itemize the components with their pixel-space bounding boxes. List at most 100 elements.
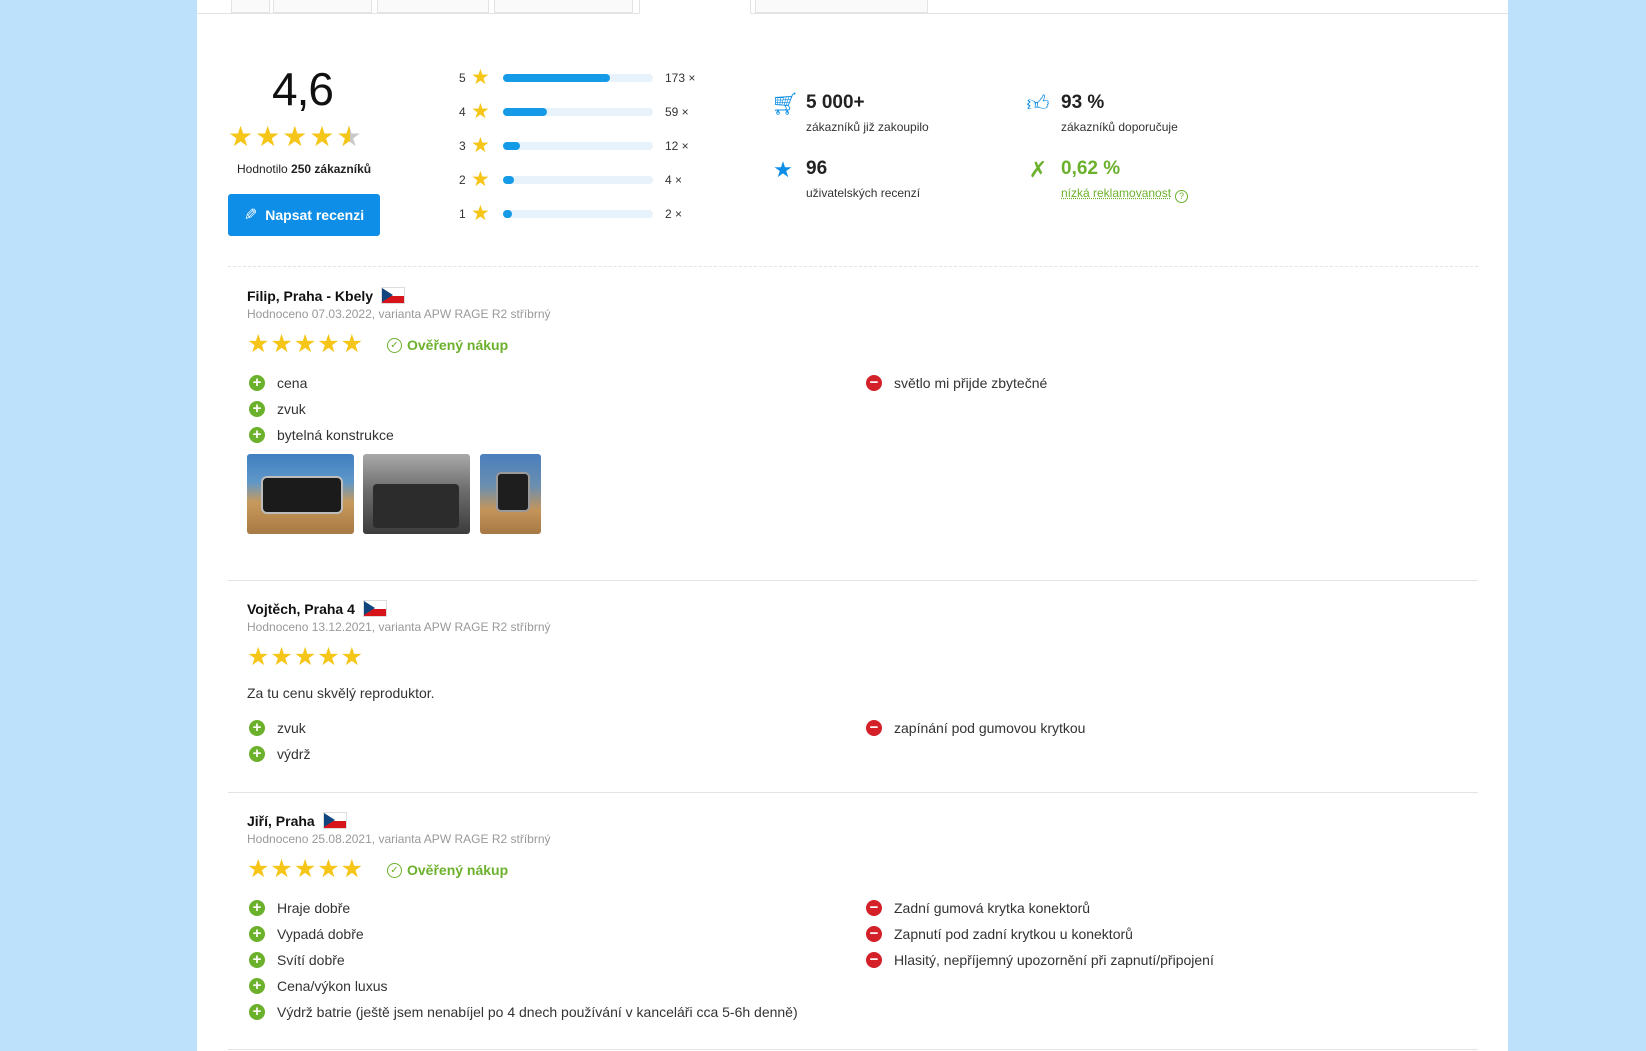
pro-item: + Cena/výkon luxus — [249, 978, 388, 994]
reviewer-name: Vojtěch, Praha 4 — [247, 600, 387, 617]
con-item: − Zapnutí pod zadní krytkou u konektorů — [866, 926, 1133, 942]
dist-bar-fill — [503, 74, 610, 82]
rating-distribution-row[interactable]: 1 ★ 2 × — [459, 202, 683, 225]
stat-label[interactable]: nízká reklamovanost? — [1061, 186, 1189, 203]
divider — [228, 792, 1478, 793]
star-icon: ★ — [471, 100, 490, 123]
plus-icon: + — [249, 720, 265, 736]
stat-value: 0,62 % — [1061, 158, 1121, 179]
rated-by: Hodnotilo 250 zákazníků — [237, 162, 371, 176]
stat-value: 96 — [806, 158, 828, 179]
con-item: − zapínání pod gumovou krytkou — [866, 720, 1085, 736]
complaints-link[interactable]: nízká reklamovanost — [1061, 186, 1171, 200]
czech-flag-icon — [322, 812, 347, 829]
tab[interactable] — [231, 0, 270, 13]
pro-text: výdrž — [277, 746, 311, 762]
con-item: − světlo mi přijde zbytečné — [866, 375, 1047, 391]
pro-item: + Hraje dobře — [249, 900, 350, 916]
star-icon: ★ — [471, 202, 490, 225]
star-icon: ★ — [282, 121, 310, 152]
plus-icon: + — [249, 746, 265, 762]
review-stars: ★★★★★ — [247, 855, 365, 883]
rated-count: 250 zákazníků — [291, 162, 372, 176]
divider — [228, 266, 1478, 267]
tab[interactable] — [755, 0, 928, 13]
reviewer-name: Jiří, Praha — [247, 812, 347, 829]
pro-item: + cena — [249, 375, 307, 391]
reviewer-name-text: Filip, Praha - Kbely — [247, 287, 374, 304]
dist-bar-fill — [503, 108, 547, 116]
minus-icon: − — [866, 952, 882, 968]
write-review-button[interactable]: ✎ Napsat recenzi — [228, 194, 380, 236]
star-icon: ★ — [471, 66, 490, 89]
plus-icon: + — [249, 1004, 265, 1020]
rating-distribution-row[interactable]: 2 ★ 4 × — [459, 168, 682, 191]
star-icon: ★ — [471, 168, 490, 191]
help-icon[interactable]: ? — [1175, 190, 1189, 203]
plus-icon: + — [249, 900, 265, 916]
tab-reviews[interactable] — [639, 0, 751, 14]
pro-text: bytelná konstrukce — [277, 427, 394, 443]
tab[interactable] — [273, 0, 372, 13]
dist-bar-fill — [503, 176, 514, 184]
dist-bar — [503, 176, 653, 184]
verified-label: Ověřený nákup — [407, 337, 509, 353]
rating-distribution-row[interactable]: 3 ★ 12 × — [459, 135, 689, 156]
stat-label: zákazníků již zakoupilo — [806, 120, 929, 134]
minus-icon: − — [866, 720, 882, 736]
minus-icon: − — [866, 375, 882, 391]
divider — [228, 1049, 1478, 1050]
con-item: − Hlasitý, nepříjemný upozornění při zapn… — [866, 952, 1214, 968]
tab[interactable] — [377, 0, 489, 13]
plus-icon: + — [249, 926, 265, 942]
divider — [228, 580, 1478, 581]
dist-stars: 1 — [459, 207, 466, 221]
review-meta: Hodnoceno 25.08.2021, varianta APW RAGE … — [247, 832, 551, 846]
minus-icon: − — [866, 926, 882, 942]
dist-bar-fill — [503, 210, 512, 218]
dist-stars: 4 — [459, 105, 466, 119]
pro-text: Svítí dobře — [277, 952, 345, 968]
dist-bar — [503, 142, 653, 150]
rated-prefix: Hodnotilo — [237, 162, 288, 176]
plus-icon: + — [249, 375, 265, 391]
review-meta: Hodnoceno 07.03.2022, varianta APW RAGE … — [247, 307, 551, 321]
half-star-icon: ★ — [336, 123, 363, 152]
rating-distribution-row[interactable]: 5 ★ 173 × — [459, 66, 695, 89]
con-text: světlo mi přijde zbytečné — [894, 375, 1048, 391]
stat-label: zákazníků doporučuje — [1061, 120, 1178, 134]
dist-count: 59 × — [665, 105, 689, 119]
pro-text: Cena/výkon luxus — [277, 978, 388, 994]
review-meta: Hodnoceno 13.12.2021, varianta APW RAGE … — [247, 620, 551, 634]
tab[interactable] — [494, 0, 633, 13]
plus-icon: + — [249, 952, 265, 968]
pro-text: Hraje dobře — [277, 900, 351, 916]
plus-icon: + — [249, 401, 265, 417]
review-photo[interactable] — [363, 454, 470, 534]
dist-stars: 2 — [459, 173, 466, 187]
review-item: Filip, Praha - Kbely Hodnoceno 07.03.202… — [247, 287, 1477, 547]
dist-count: 2 × — [665, 207, 683, 221]
pro-item: + výdrž — [249, 746, 310, 762]
dist-count: 12 × — [665, 139, 689, 153]
minus-icon: − — [866, 900, 882, 916]
czech-flag-icon — [362, 600, 387, 617]
tools-icon: ✗ — [1028, 157, 1048, 182]
con-item: − Zadní gumová krytka konektorů — [866, 900, 1090, 916]
dist-stars: 3 — [459, 139, 466, 153]
average-stars: ★★★★★ — [228, 121, 364, 152]
con-text: zapínání pod gumovou krytkou — [894, 720, 1086, 736]
verified-badge: ✓ Ověřený nákup — [387, 862, 508, 878]
review-text: Za tu cenu skvělý reproduktor. — [247, 685, 435, 701]
pro-item: + zvuk — [249, 401, 306, 417]
pro-text: cena — [277, 375, 308, 391]
cart-icon: 🛒︎ — [771, 91, 799, 116]
dist-bar — [503, 74, 653, 82]
plus-icon: + — [249, 978, 265, 994]
reviews-panel: 4,6 ★★★★★ Hodnotilo 250 zákazníků ✎ Naps… — [197, 0, 1508, 1051]
rating-distribution-row[interactable]: 4 ★ 59 × — [459, 100, 689, 123]
verified-label: Ověřený nákup — [407, 862, 509, 878]
review-photo[interactable] — [247, 454, 354, 534]
review-photo[interactable] — [480, 454, 541, 534]
con-text: Hlasitý, nepříjemný upozornění při zapnu… — [894, 952, 1214, 968]
